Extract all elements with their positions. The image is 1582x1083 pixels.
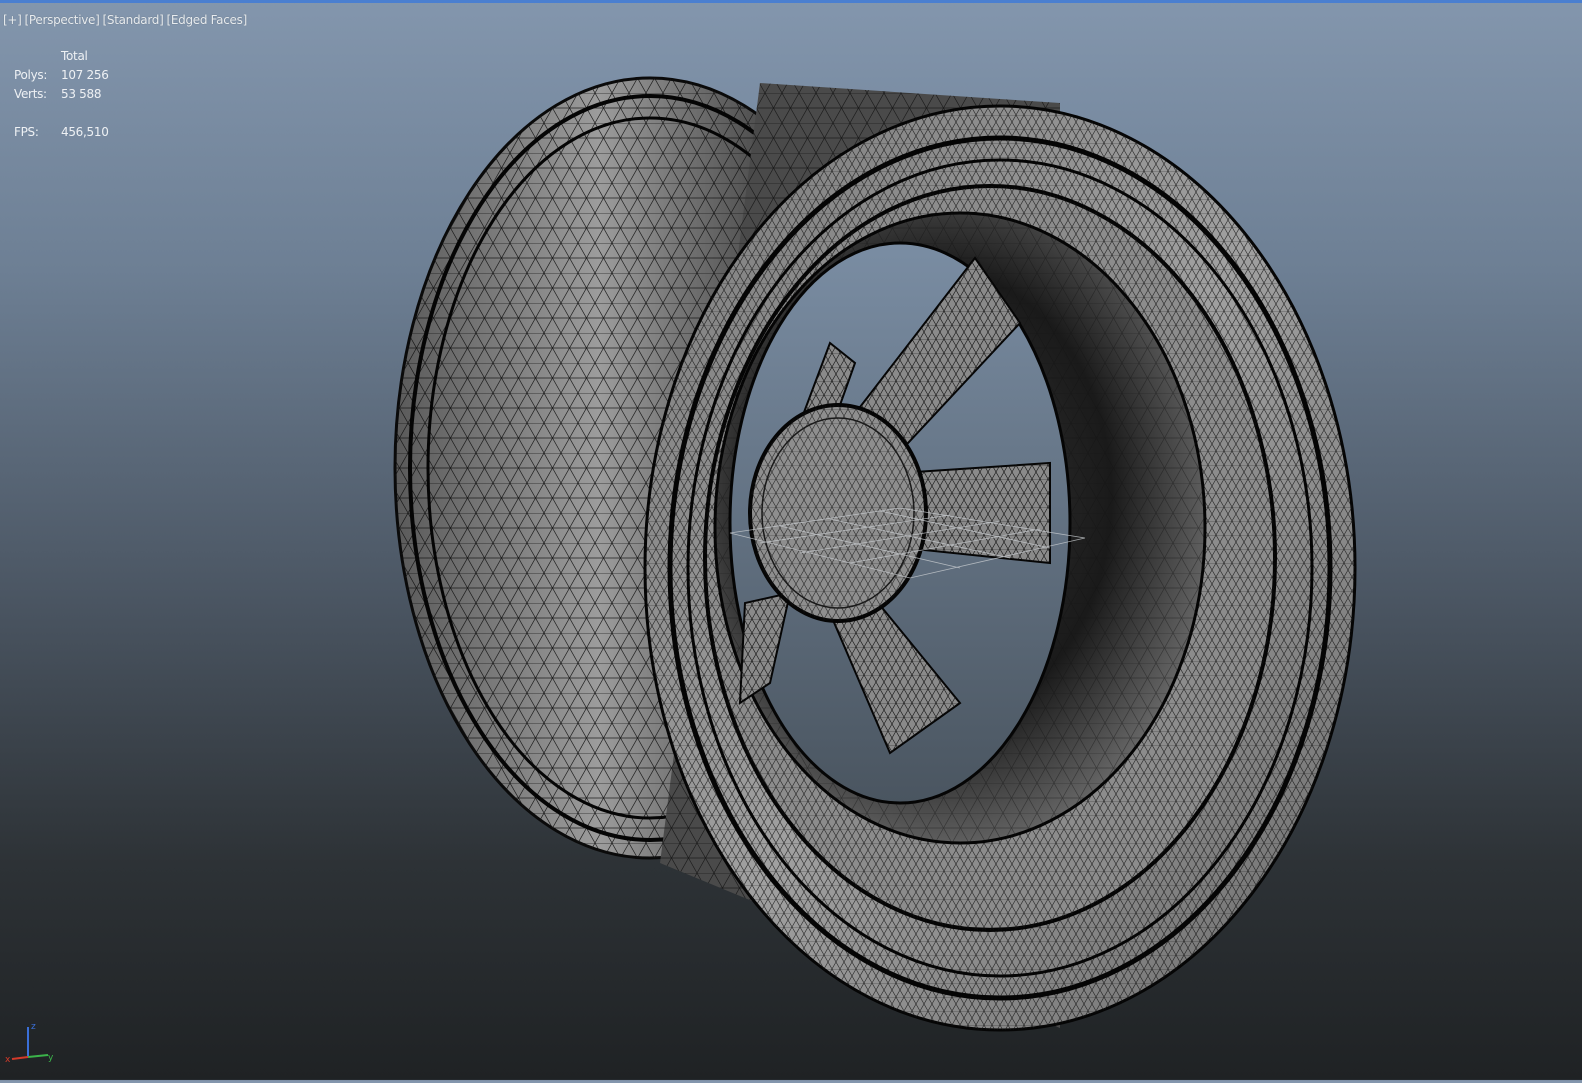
axis-y-label: y <box>48 1053 54 1063</box>
axis-tripod-gizmo: z y x <box>5 1022 54 1065</box>
viewport-perspective[interactable]: [+] [Perspective] [Standard] [Edged Faces] … <box>0 0 1582 1080</box>
axis-z-label: z <box>31 1022 36 1032</box>
axis-x-label: x <box>5 1055 11 1065</box>
center-hub <box>748 403 928 623</box>
wheel-rim-model[interactable] <box>0 3 1582 1083</box>
